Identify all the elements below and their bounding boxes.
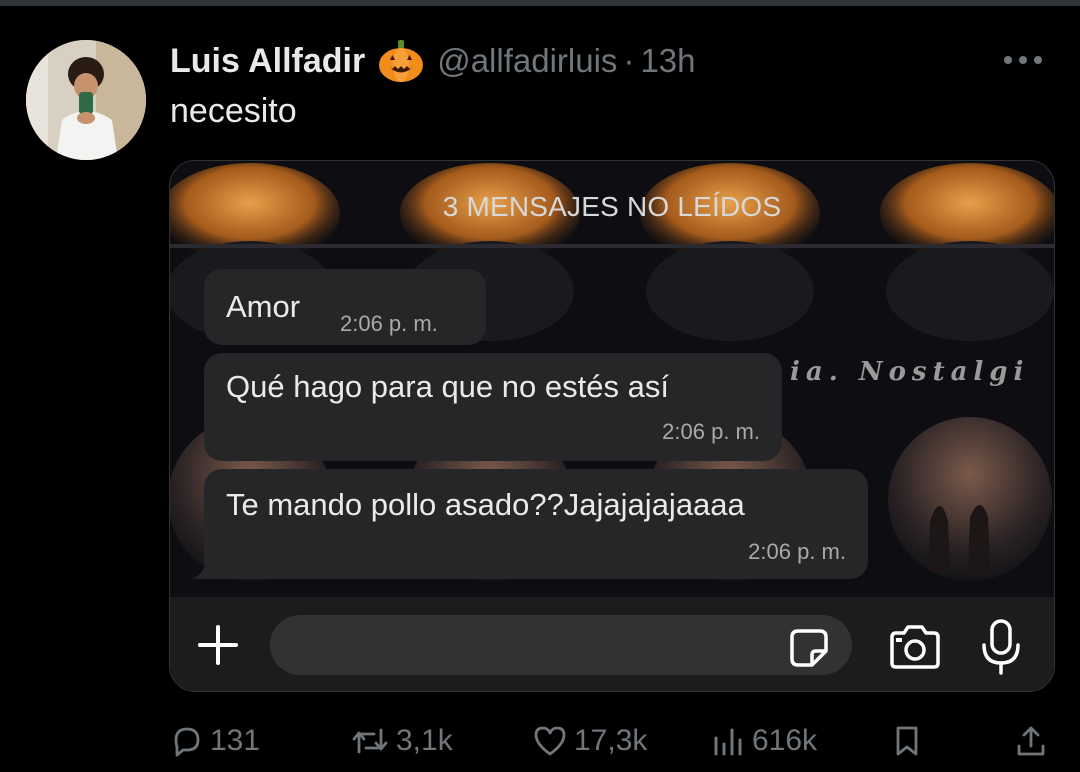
heart-icon bbox=[534, 726, 566, 756]
bookmark-icon bbox=[896, 726, 918, 756]
reply-icon bbox=[174, 727, 200, 757]
retweet-button[interactable]: 3,1k bbox=[350, 724, 453, 758]
top-divider bbox=[0, 0, 1080, 6]
retweet-count: 3,1k bbox=[396, 724, 453, 757]
post-time[interactable]: 13h bbox=[640, 42, 695, 80]
view-count: 616k bbox=[752, 724, 818, 757]
share-button[interactable] bbox=[1014, 724, 1054, 758]
message-text: Amor bbox=[226, 289, 301, 324]
reply-count: 131 bbox=[210, 724, 261, 757]
message-bubble[interactable]: Te mando pollo asado??Jajajajajaaaa 2:06… bbox=[204, 469, 868, 579]
microphone-icon[interactable] bbox=[978, 617, 1024, 677]
message-time: 2:06 p. m. bbox=[340, 311, 438, 336]
author-name[interactable]: Luis Allfadir bbox=[170, 42, 365, 81]
tweet-actions: 131 3,1k 17,3k 616k bbox=[0, 710, 1080, 770]
retweet-icon bbox=[352, 728, 388, 754]
media-attachment[interactable]: 3 MENSAJES NO LEÍDOS ia. Nostalgi Amor 2… bbox=[169, 160, 1055, 692]
tweet-header: Luis Allfadir @allfadirluis · 13h bbox=[170, 38, 696, 84]
unread-banner: 3 MENSAJES NO LEÍDOS bbox=[442, 191, 782, 222]
tweet-text: necesito bbox=[170, 92, 297, 130]
share-icon bbox=[1017, 726, 1045, 756]
separator-dot: · bbox=[623, 42, 635, 79]
message-text: Te mando pollo asado??Jajajajajaaaa bbox=[226, 487, 745, 522]
like-button[interactable]: 17,3k bbox=[532, 724, 647, 758]
bookmark-button[interactable] bbox=[890, 724, 930, 758]
reply-button[interactable]: 131 bbox=[170, 724, 260, 758]
message-bubble[interactable]: Qué hago para que no estés así 2:06 p. m… bbox=[204, 353, 782, 461]
pumpkin-icon bbox=[379, 40, 424, 82]
wallpaper-text: ia. Nostalgi bbox=[790, 357, 1030, 387]
message-time: 2:06 p. m. bbox=[662, 419, 760, 444]
views-button[interactable]: 616k bbox=[710, 724, 817, 758]
views-icon bbox=[714, 728, 742, 756]
avatar-photo bbox=[26, 40, 146, 160]
message-input[interactable] bbox=[270, 615, 852, 675]
more-options-icon[interactable] bbox=[1004, 50, 1050, 70]
plus-icon[interactable] bbox=[196, 623, 240, 667]
bubble-tail-icon bbox=[192, 555, 222, 579]
camera-icon[interactable] bbox=[888, 623, 942, 671]
message-time: 2:06 p. m. bbox=[748, 539, 846, 564]
message-text: Qué hago para que no estés así bbox=[226, 369, 669, 404]
author-handle[interactable]: @allfadirluis bbox=[437, 42, 617, 80]
message-bubble[interactable]: Amor 2:06 p. m. bbox=[204, 269, 486, 345]
avatar[interactable] bbox=[26, 40, 146, 160]
like-count: 17,3k bbox=[574, 724, 648, 757]
sticker-icon[interactable] bbox=[786, 625, 832, 671]
